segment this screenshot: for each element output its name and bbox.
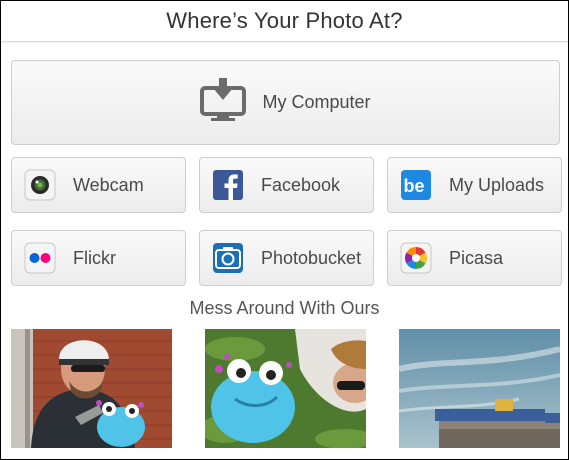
sample-photo-biker[interactable] — [11, 329, 172, 448]
page-title: Where’s Your Photo At? — [166, 8, 403, 33]
photobucket-button[interactable]: Photobucket — [199, 230, 374, 286]
picasa-icon — [400, 242, 432, 274]
my-computer-button[interactable]: My Computer — [11, 60, 560, 145]
flickr-icon — [24, 242, 56, 274]
befunky-icon: be — [400, 169, 432, 201]
samples-title: Mess Around With Ours — [189, 298, 380, 318]
my-computer-label: My Computer — [262, 92, 371, 112]
my-uploads-button[interactable]: be My Uploads — [387, 157, 562, 213]
monitor-upload-icon — [200, 78, 247, 127]
flickr-label: Flickr — [73, 247, 116, 268]
webcam-icon — [24, 169, 56, 201]
facebook-button[interactable]: Facebook — [199, 157, 374, 213]
photobucket-label: Photobucket — [261, 247, 362, 268]
sample-photo-sky[interactable] — [399, 329, 560, 448]
picasa-label: Picasa — [449, 247, 504, 268]
svg-text:be: be — [404, 176, 425, 196]
facebook-label: Facebook — [261, 174, 341, 195]
page-header: Where’s Your Photo At? — [1, 1, 568, 42]
webcam-button[interactable]: Webcam — [11, 157, 186, 213]
my-uploads-label: My Uploads — [449, 174, 545, 195]
picasa-button[interactable]: Picasa — [387, 230, 562, 286]
sample-photo-grass[interactable] — [205, 329, 366, 448]
photobucket-icon — [212, 242, 244, 274]
webcam-label: Webcam — [73, 174, 144, 195]
flickr-button[interactable]: Flickr — [11, 230, 186, 286]
facebook-icon — [212, 169, 244, 201]
